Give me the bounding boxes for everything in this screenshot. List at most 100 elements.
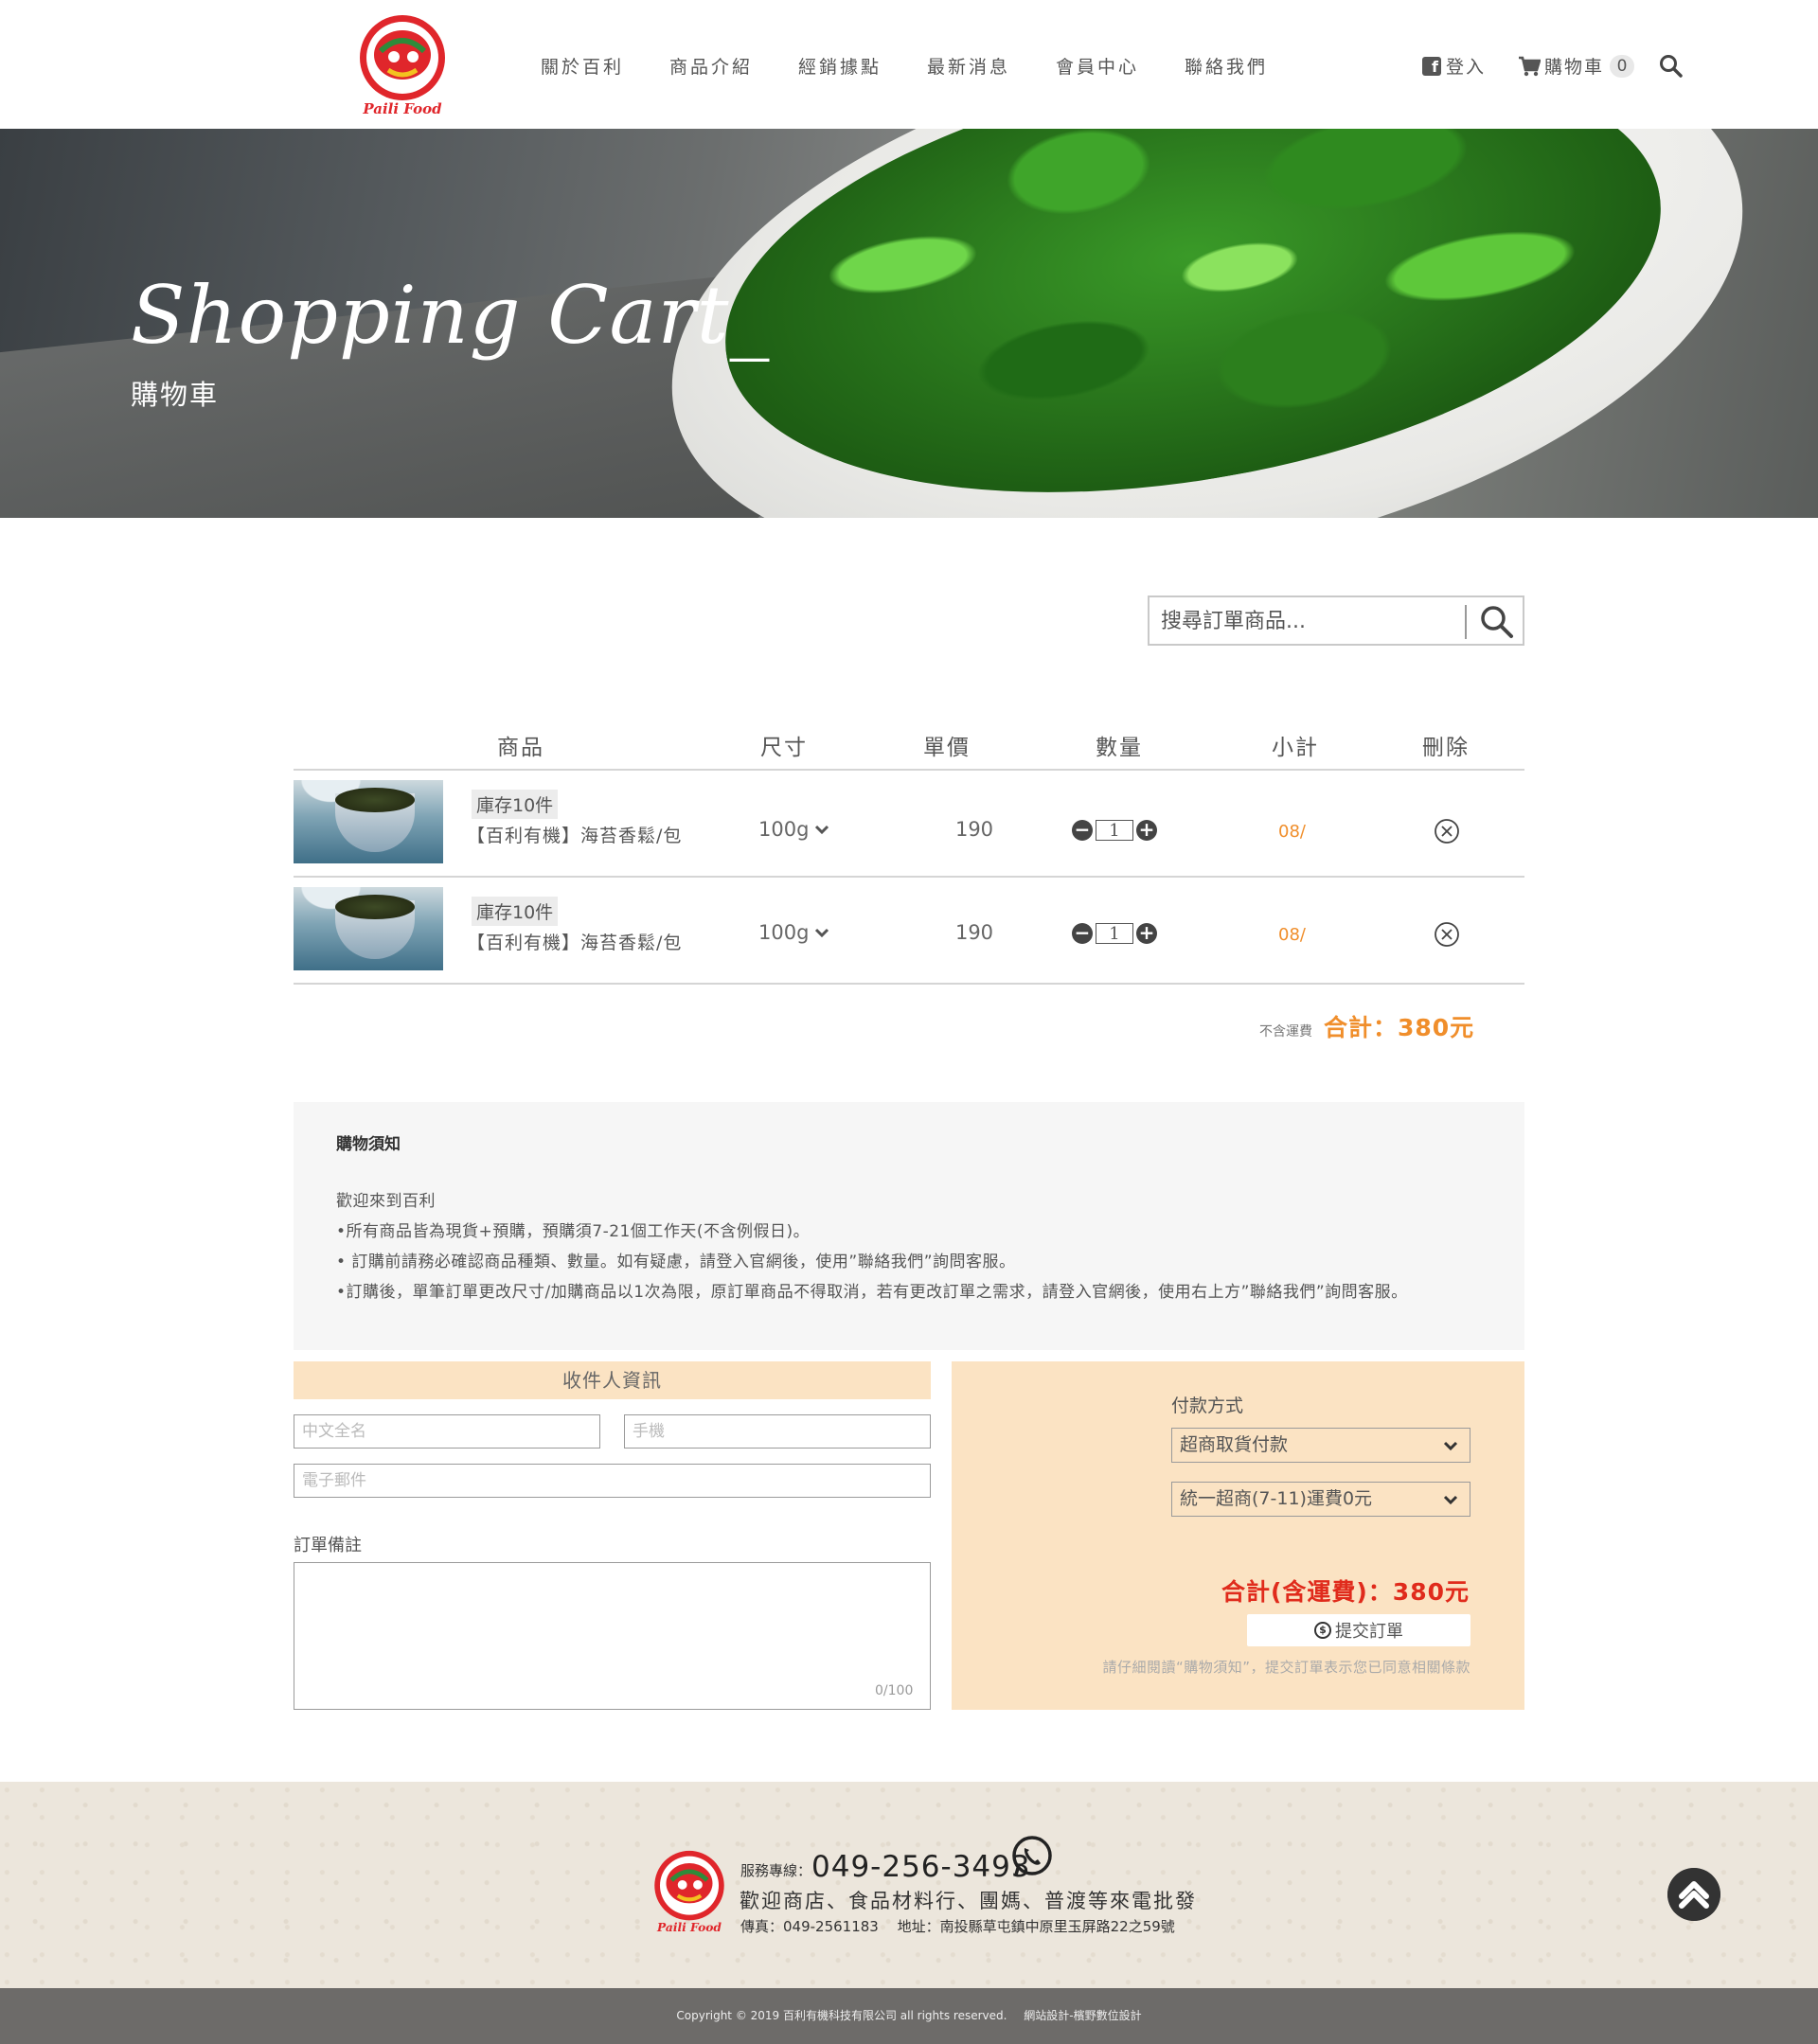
quantity-stepper: − +	[1072, 820, 1157, 841]
unit-price: 190	[954, 818, 994, 841]
payment-method-select[interactable]: 超商取貨付款	[1171, 1428, 1470, 1463]
phone-field[interactable]	[624, 1414, 931, 1449]
hero-banner: Shopping Cart_ 購物車	[0, 129, 1818, 518]
product-thumbnail[interactable]	[294, 887, 443, 970]
col-product: 商品	[497, 736, 544, 760]
nav-contact[interactable]: 聯絡我們	[1185, 53, 1313, 79]
search-divider	[1465, 605, 1467, 639]
remark-label: 訂單備註	[294, 1536, 362, 1555]
plus-icon[interactable]: +	[1136, 820, 1157, 841]
main-nav: 關於百利 商品介紹 經銷據點 最新消息 會員中心 聯絡我們	[541, 53, 1313, 79]
col-quantity: 數量	[1096, 736, 1143, 760]
notice-line: •訂購後，單筆訂單更改尺寸/加購商品以1次為限，原訂單商品不得取消，若有更改訂單…	[336, 1283, 1408, 1302]
email-field[interactable]	[294, 1464, 931, 1498]
login-link[interactable]: 登入	[1446, 53, 1486, 79]
svg-text:Paili Food: Paili Food	[656, 1921, 722, 1934]
page-subtitle: 購物車	[131, 379, 220, 411]
service-hotline-label: 服務專線：	[740, 1862, 812, 1879]
cart-total-amount: 合計：380元	[1324, 1014, 1475, 1041]
nav-distributors[interactable]: 經銷據點	[798, 53, 927, 79]
notice-line: 歡迎來到百利	[336, 1192, 436, 1211]
col-unit-price: 單價	[923, 736, 971, 760]
site-footer: Paili Food 服務專線： 049-256-3493 歡迎商店、食品材料行…	[0, 1782, 1818, 1988]
minus-icon[interactable]: −	[1072, 923, 1093, 944]
service-phone[interactable]: 049-256-3493	[811, 1850, 1031, 1884]
row-subtotal: 08/	[1278, 925, 1306, 945]
order-search-input[interactable]	[1161, 605, 1464, 637]
submit-order-label: 提交訂單	[1335, 1622, 1403, 1642]
minus-icon[interactable]: −	[1072, 820, 1093, 841]
footer-logo: Paili Food	[654, 1850, 724, 1934]
stock-badge: 庫存10件	[472, 897, 559, 926]
chevron-down-icon	[1443, 1495, 1458, 1505]
payment-title: 付款方式	[1171, 1395, 1244, 1416]
cart-table-header: 商品 尺寸 單價 數量 小計 刪除	[294, 720, 1524, 771]
col-subtotal: 小計	[1272, 736, 1319, 760]
copyright-bar: Copyright © 2019 百利有機科技有限公司 all rights r…	[0, 1988, 1818, 2044]
plus-icon[interactable]: +	[1136, 923, 1157, 944]
facebook-icon[interactable]: f	[1422, 56, 1441, 76]
product-name[interactable]: 【百利有機】海苔香鬆/包	[467, 822, 682, 847]
cart-link[interactable]: 購物車	[1544, 53, 1604, 79]
col-spec: 尺寸	[760, 736, 808, 760]
search-icon[interactable]	[1659, 54, 1684, 79]
notice-line: •所有商品皆為現貨+預購，預購須7-21個工作天(不含例假日)。	[336, 1222, 811, 1241]
cart-row: 庫存10件 【百利有機】海苔香鬆/包 100g 190 − + 08/	[294, 878, 1524, 985]
quantity-input[interactable]	[1096, 820, 1133, 841]
nav-products[interactable]: 商品介紹	[669, 53, 798, 79]
spec-value: 100g	[758, 818, 810, 841]
search-icon[interactable]	[1479, 604, 1515, 640]
notice-title: 購物須知	[336, 1135, 401, 1154]
nav-member-center[interactable]: 會員中心	[1056, 53, 1185, 79]
chevron-down-icon	[815, 825, 829, 835]
cart-count-badge: 0	[1610, 54, 1635, 78]
col-delete: 刪除	[1422, 736, 1470, 760]
copyright-text: Copyright © 2019 百利有機科技有限公司 all rights r…	[676, 2009, 1007, 2022]
remark-char-counter: 0/100	[875, 1683, 914, 1698]
delete-icon[interactable]	[1434, 921, 1460, 948]
submit-order-button[interactable]: $ 提交訂單	[1247, 1614, 1470, 1646]
order-search-box	[1148, 595, 1524, 646]
cart-icon[interactable]	[1518, 56, 1542, 77]
dollar-coin-icon: $	[1314, 1622, 1331, 1639]
cart-total: 不含運費 合計：380元	[1259, 1009, 1474, 1043]
back-to-top-icon[interactable]	[1667, 1868, 1720, 1921]
row-subtotal: 08/	[1278, 822, 1306, 842]
shipping-method-value: 統一超商(7-11)運費0元	[1180, 1488, 1373, 1509]
terms-hint: 請仔細閱讀“購物須知”，提交訂單表示您已同意相關條款	[1102, 1659, 1470, 1676]
stock-badge: 庫存10件	[472, 790, 559, 819]
page-title: Shopping Cart_	[131, 269, 771, 362]
spec-value: 100g	[758, 921, 810, 944]
quantity-input[interactable]	[1096, 923, 1133, 944]
payment-method-value: 超商取貨付款	[1180, 1434, 1289, 1455]
product-thumbnail[interactable]	[294, 780, 443, 863]
quantity-stepper: − +	[1072, 923, 1157, 944]
spec-select[interactable]: 100g	[758, 921, 829, 944]
spec-select[interactable]: 100g	[758, 818, 829, 841]
site-header: Paili Food 關於百利 商品介紹 經銷據點 最新消息 會員中心 聯絡我們…	[0, 0, 1818, 129]
cart-row: 庫存10件 【百利有機】海苔香鬆/包 100g 190 − + 08/	[294, 771, 1524, 878]
designer-credit[interactable]: 網站設計-檳野數位設計	[1024, 2009, 1141, 2022]
delete-icon[interactable]	[1434, 818, 1460, 844]
chevron-down-icon	[815, 928, 829, 938]
nav-about[interactable]: 關於百利	[541, 53, 669, 79]
name-field[interactable]	[294, 1414, 600, 1449]
nav-news[interactable]: 最新消息	[927, 53, 1056, 79]
grand-total: 合計(含運費)：380元	[1221, 1578, 1470, 1606]
unit-price: 190	[954, 921, 994, 944]
fax-and-address: 傳真：049-2561183 地址：南投縣草屯鎮中原里玉屏路22之59號	[740, 1918, 1175, 1935]
wholesale-welcome: 歡迎商店、食品材料行、團媽、普渡等來電批發	[740, 1890, 1197, 1912]
payment-panel: 付款方式 超商取貨付款 統一超商(7-11)運費0元 合計(含運費)：380元 …	[952, 1361, 1524, 1710]
product-name[interactable]: 【百利有機】海苔香鬆/包	[467, 929, 682, 954]
shopping-notice: 購物須知 歡迎來到百利 •所有商品皆為現貨+預購，預購須7-21個工作天(不含例…	[294, 1102, 1524, 1350]
shipping-excluded-note: 不含運費	[1259, 1024, 1312, 1040]
phone-chat-icon[interactable]	[1010, 1835, 1054, 1878]
brand-logo[interactable]: Paili Food	[356, 13, 449, 119]
remark-textarea[interactable]	[294, 1562, 931, 1710]
receiver-info-heading: 收件人資訊	[294, 1361, 931, 1399]
header-utilities: f 登入 購物車 0	[1422, 53, 1684, 79]
cart-table: 商品 尺寸 單價 數量 小計 刪除 庫存10件 【百利有機】海苔香鬆/包 100…	[294, 720, 1524, 985]
shipping-method-select[interactable]: 統一超商(7-11)運費0元	[1171, 1482, 1470, 1517]
notice-line: • 訂購前請務必確認商品種類、數量。如有疑慮，請登入官網後，使用”聯絡我們”詢問…	[336, 1253, 1016, 1271]
chevron-down-icon	[1443, 1441, 1458, 1451]
